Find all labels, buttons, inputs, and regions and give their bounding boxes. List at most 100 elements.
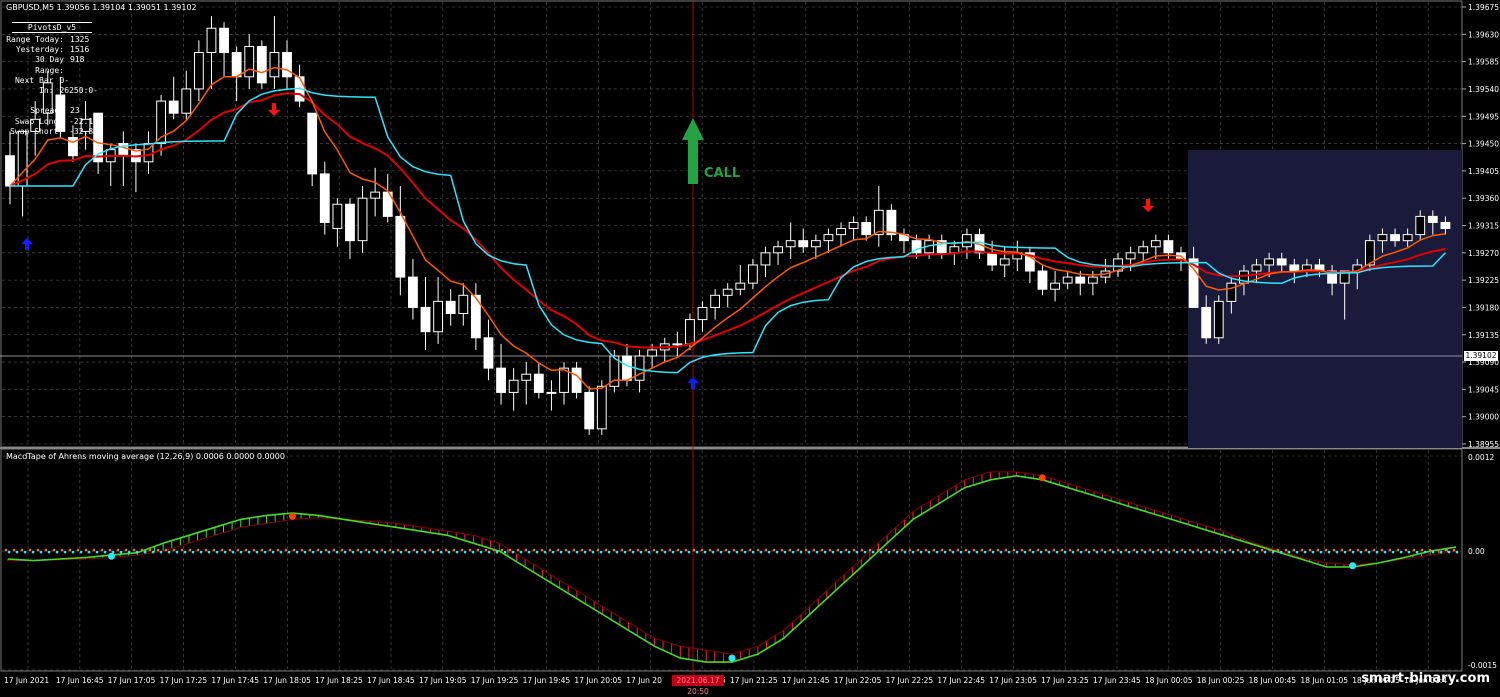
zero-dot-upper [1420,548,1424,552]
price-tick-label: 1.39135 [1468,331,1499,340]
time-tick-label: 17 Jun 22:25 [886,676,934,685]
zero-dot-upper [924,548,928,552]
zero-dot-upper [604,548,608,552]
zero-dot-lower [39,550,43,554]
candle-body [395,215,406,278]
candle-body [1289,264,1300,272]
candle-body [823,234,834,242]
zero-dot-upper [1028,548,1032,552]
zero-dot-upper [1452,548,1456,552]
candle-body [1427,215,1438,223]
candle-body [1251,264,1262,272]
zero-dot-lower [1327,550,1331,554]
zero-dot-upper [1084,548,1088,552]
zero-dot-lower [623,550,627,554]
zero-dot-upper [860,548,864,552]
zero-dot-upper [324,548,328,552]
info-row: Next Bar In: 0-26250:0-2 [14,75,98,106]
chart-window[interactable]: 1.39675 1.39630 1.39585 1.39540 1.39495 1.394… [0,0,1500,696]
zero-dot-lower [903,550,907,554]
candle-body [596,385,607,430]
candle-body [785,240,796,248]
zero-dot-lower [1095,550,1099,554]
zero-dot-upper [1132,548,1136,552]
zero-dot-lower [167,550,171,554]
zero-dot-lower [879,550,883,554]
price-tick-label: 1.39585 [1468,58,1499,67]
candle-body [256,45,267,84]
zero-dot-lower [351,550,355,554]
zero-dot-lower [1271,550,1275,554]
zero-dot-lower [1407,550,1411,554]
zero-dot-upper [20,548,24,552]
zero-dot-upper [236,548,240,552]
zero-dot-lower [127,550,131,554]
price-tick-label: 1.39450 [1468,140,1499,149]
price-chart-canvas[interactable]: 1.39675 1.39630 1.39585 1.39540 1.39495 1.394… [0,0,1500,690]
zero-dot-upper [868,548,872,552]
zero-dot-upper [620,548,624,552]
candle-body [1402,234,1413,242]
zero-dot-upper [1260,548,1264,552]
candle-body [836,228,846,236]
price-axis[interactable]: 1.39675 1.39630 1.39585 1.39540 1.39495 1.394… [1462,3,1499,449]
candle-body [672,343,683,346]
price-tick-label: 1.39180 [1468,303,1499,312]
zero-dot-upper [436,548,440,552]
zero-dot-lower [775,550,779,554]
zero-dot-upper [556,548,560,552]
zero-dot-upper [756,548,760,552]
zero-dot-upper [1324,548,1328,552]
zero-dot-lower [1071,550,1075,554]
zero-dot-lower [1135,550,1139,554]
zero-dot-lower [511,550,515,554]
zero-dot-lower [527,550,531,554]
time-tick-label: 17 Jun 21:45 [782,676,830,685]
zero-dot-upper [836,548,840,552]
zero-dot-upper [684,548,688,552]
zero-dot-upper [1252,548,1256,552]
zero-dot-upper [892,548,896,552]
candle-body [760,252,771,266]
zero-dot-upper [676,548,680,552]
zero-dot-lower [1079,550,1083,554]
zero-dot-upper [692,548,696,552]
zero-dot-upper [964,548,968,552]
zero-dot-lower [287,550,291,554]
candle-body [269,52,280,78]
zero-dot-upper [660,548,664,552]
zero-dot-lower [831,550,835,554]
macd-cross-marker [1349,562,1357,570]
time-tick-label: 18 Jun 00:05 [1145,676,1193,685]
zero-dot-lower [399,550,403,554]
zero-dot-lower [951,550,955,554]
zero-dot-lower [1239,550,1243,554]
zero-dot-lower [823,550,827,554]
zero-dot-lower [263,550,267,554]
candle-body [773,246,783,254]
zero-dot-lower [1103,550,1107,554]
zero-dot-lower [1375,550,1379,554]
zero-dot-upper [1196,548,1200,552]
zero-dot-lower [391,550,395,554]
zero-dot-upper [276,548,280,552]
indicator-tick-label: -0.0015 [1468,661,1497,670]
price-tick-label: 1.39675 [1468,3,1499,12]
zero-dot-upper [428,548,432,552]
zero-dot-lower [1015,550,1019,554]
indicator-axis[interactable]: 0.0012 0.00 -0.0015 [1468,453,1497,670]
price-tick-label: 1.39360 [1468,194,1499,203]
time-tick-label: 17 Jun 22:45 [937,676,985,685]
zero-dot-lower [935,550,939,554]
zero-dot-upper [156,548,160,552]
zero-dot-lower [271,550,275,554]
candle-body [5,155,15,187]
zero-dot-lower [175,550,179,554]
zero-dot-lower [663,550,667,554]
zero-dot-lower [199,550,203,554]
zero-dot-upper [140,548,144,552]
zero-dot-upper [996,548,1000,552]
macd-cross-marker [288,512,296,520]
zero-dot-upper [1180,548,1184,552]
time-axis[interactable]: 17 Jun 2021 17 Jun 16:45 17 Jun 17:05 17 Ju… [4,676,1447,685]
